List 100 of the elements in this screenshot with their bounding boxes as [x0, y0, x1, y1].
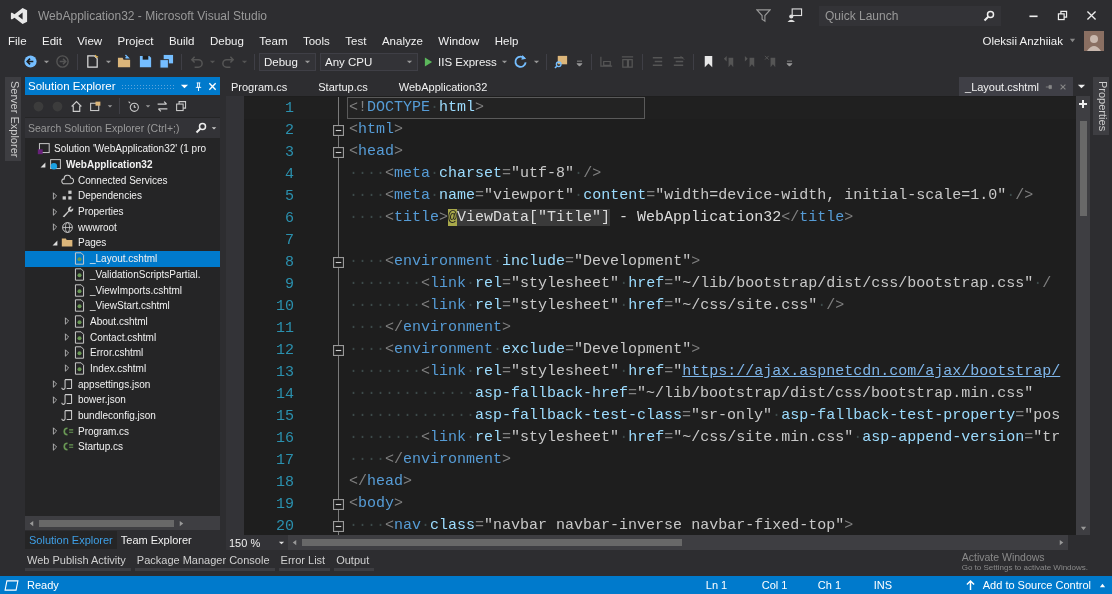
source-control-button[interactable]: Add to Source Control	[982, 579, 1091, 591]
tool-window-tab[interactable]: Package Manager Console	[134, 553, 275, 571]
caret-icon[interactable]	[532, 58, 540, 65]
menu-item[interactable]: Project	[117, 34, 154, 47]
scroll-right-icon[interactable]	[178, 519, 185, 527]
collapse-toggle[interactable]	[332, 124, 344, 136]
tree-item[interactable]: WebApplication32	[25, 156, 220, 173]
quick-launch-field[interactable]: Quick Launch	[819, 5, 1001, 26]
home-icon[interactable]	[70, 99, 83, 113]
scrollbar-thumb[interactable]	[302, 539, 682, 546]
document-tab[interactable]: _Layout.cshtml	[959, 77, 1073, 96]
vertical-scrollbar[interactable]	[1076, 96, 1090, 535]
menu-item[interactable]: Team	[259, 34, 288, 47]
tree-item[interactable]: Index.cshtml	[25, 360, 220, 377]
menu-item[interactable]: Analyze	[381, 34, 423, 47]
tree-item[interactable]: Contact.cshtml	[25, 329, 220, 345]
find-in-files-icon[interactable]	[553, 54, 569, 69]
caret-icon[interactable]	[500, 58, 508, 65]
user-name[interactable]: Oleksii Anzhiiak	[982, 34, 1063, 47]
pin-icon[interactable]	[194, 81, 203, 91]
server-explorer-tab[interactable]: Server Explorer	[4, 77, 21, 162]
panel-tab[interactable]: Solution Explorer	[25, 531, 117, 549]
menu-item[interactable]: Help	[494, 34, 519, 47]
menu-item[interactable]: Build	[168, 34, 195, 47]
scroll-down-icon[interactable]	[1079, 525, 1087, 532]
tree-item[interactable]: Error.cshtml	[25, 344, 220, 361]
split-icon[interactable]	[1078, 99, 1088, 109]
panel-tab[interactable]: Team Explorer	[116, 531, 196, 549]
expanded-icon[interactable]	[51, 238, 59, 247]
tool-window-tab[interactable]: Web Publish Activity	[25, 553, 131, 571]
run-button[interactable]: IIS Express	[422, 55, 499, 68]
tree-item[interactable]: Properties	[25, 203, 220, 220]
up-arrow-icon[interactable]	[965, 579, 975, 591]
refresh-icon[interactable]	[512, 54, 528, 69]
menu-item[interactable]: Debug	[209, 34, 244, 47]
tree-item[interactable]: Connected Services	[25, 172, 220, 189]
collapse-toggle[interactable]	[332, 498, 344, 510]
menu-item[interactable]: File	[8, 34, 27, 47]
sync-icon[interactable]	[156, 99, 169, 113]
caret-icon[interactable]	[105, 58, 112, 65]
tree-item[interactable]: _ViewImports.cshtml	[25, 282, 220, 298]
collapse-all-icon[interactable]	[175, 99, 188, 113]
tree-item[interactable]: bower.json	[25, 392, 220, 408]
switch-views-icon[interactable]	[89, 99, 102, 113]
horizontal-scrollbar[interactable]	[25, 516, 220, 530]
tool-window-tab[interactable]: Output	[334, 553, 375, 571]
tree-item[interactable]: About.cshtml	[25, 313, 220, 330]
new-project-icon[interactable]	[85, 54, 100, 69]
tree-item[interactable]: wwwroot	[25, 219, 220, 236]
menu-item[interactable]: Test	[345, 34, 367, 47]
pending-changes-icon[interactable]	[127, 99, 140, 113]
tree-item[interactable]: _ViewStart.cshtml	[25, 297, 220, 314]
tree-item[interactable]: appsettings.json	[25, 376, 220, 392]
collapse-toggle[interactable]	[332, 146, 344, 158]
search-icon[interactable]	[195, 122, 207, 134]
filter-icon[interactable]	[756, 8, 771, 23]
feedback-icon[interactable]	[787, 8, 803, 23]
collapse-toggle[interactable]	[332, 344, 344, 356]
collapse-toggle[interactable]	[332, 256, 344, 268]
caret-icon[interactable]	[1069, 37, 1076, 44]
horizontal-scrollbar[interactable]	[288, 535, 1068, 550]
scrollbar-thumb[interactable]	[39, 519, 174, 527]
caret-icon[interactable]	[145, 103, 151, 109]
search-field[interactable]: Search Solution Explorer (Ctrl+;)	[25, 118, 220, 138]
platform-dropdown[interactable]: Any CPU	[320, 52, 418, 71]
tree-item[interactable]: Dependencies	[25, 188, 220, 204]
document-tab[interactable]: Startup.cs	[313, 80, 382, 93]
back-icon[interactable]	[23, 54, 38, 69]
tab-list-icon[interactable]	[1077, 82, 1086, 91]
menu-item[interactable]: Tools	[302, 34, 330, 47]
tree-item[interactable]: Pages	[25, 235, 220, 251]
pin-icon[interactable]	[1045, 82, 1053, 91]
collapse-toggle[interactable]	[332, 520, 344, 532]
save-all-icon[interactable]	[159, 54, 174, 69]
menu-item[interactable]: View	[77, 34, 103, 47]
zoom-dropdown[interactable]: 150 %	[226, 535, 288, 550]
document-tab[interactable]: WebApplication32	[393, 80, 502, 93]
tree-item[interactable]: _ValidationScriptsPartial.	[25, 266, 220, 283]
caret-icon[interactable]	[43, 58, 50, 65]
tree-item[interactable]: Startup.cs	[25, 439, 220, 455]
scroll-left-icon[interactable]	[28, 519, 35, 527]
tree-item[interactable]: bundleconfig.json	[25, 407, 220, 424]
tree-item[interactable]: Solution 'WebApplication32' (1 pro	[25, 141, 220, 157]
folder-icon[interactable]	[117, 54, 132, 69]
scrollbar-thumb[interactable]	[1079, 121, 1087, 216]
caret-icon[interactable]	[107, 103, 113, 109]
caret-up-icon[interactable]	[1099, 581, 1106, 589]
scroll-right-icon[interactable]	[1058, 539, 1065, 546]
document-tab[interactable]: Program.cs	[226, 80, 302, 93]
tree-item[interactable]: _Layout.cshtml	[25, 250, 220, 267]
save-icon[interactable]	[138, 54, 153, 69]
caret-icon[interactable]	[211, 125, 217, 131]
search-icon[interactable]	[983, 9, 995, 22]
configuration-dropdown[interactable]: Debug	[259, 52, 316, 71]
menu-item[interactable]: Window	[438, 34, 480, 47]
scroll-left-icon[interactable]	[291, 539, 298, 546]
tool-window-tab[interactable]: Error List	[278, 553, 331, 571]
properties-tab[interactable]: Properties	[1093, 77, 1109, 136]
avatar[interactable]	[1084, 30, 1104, 51]
tree-item[interactable]: Program.cs	[25, 423, 220, 440]
